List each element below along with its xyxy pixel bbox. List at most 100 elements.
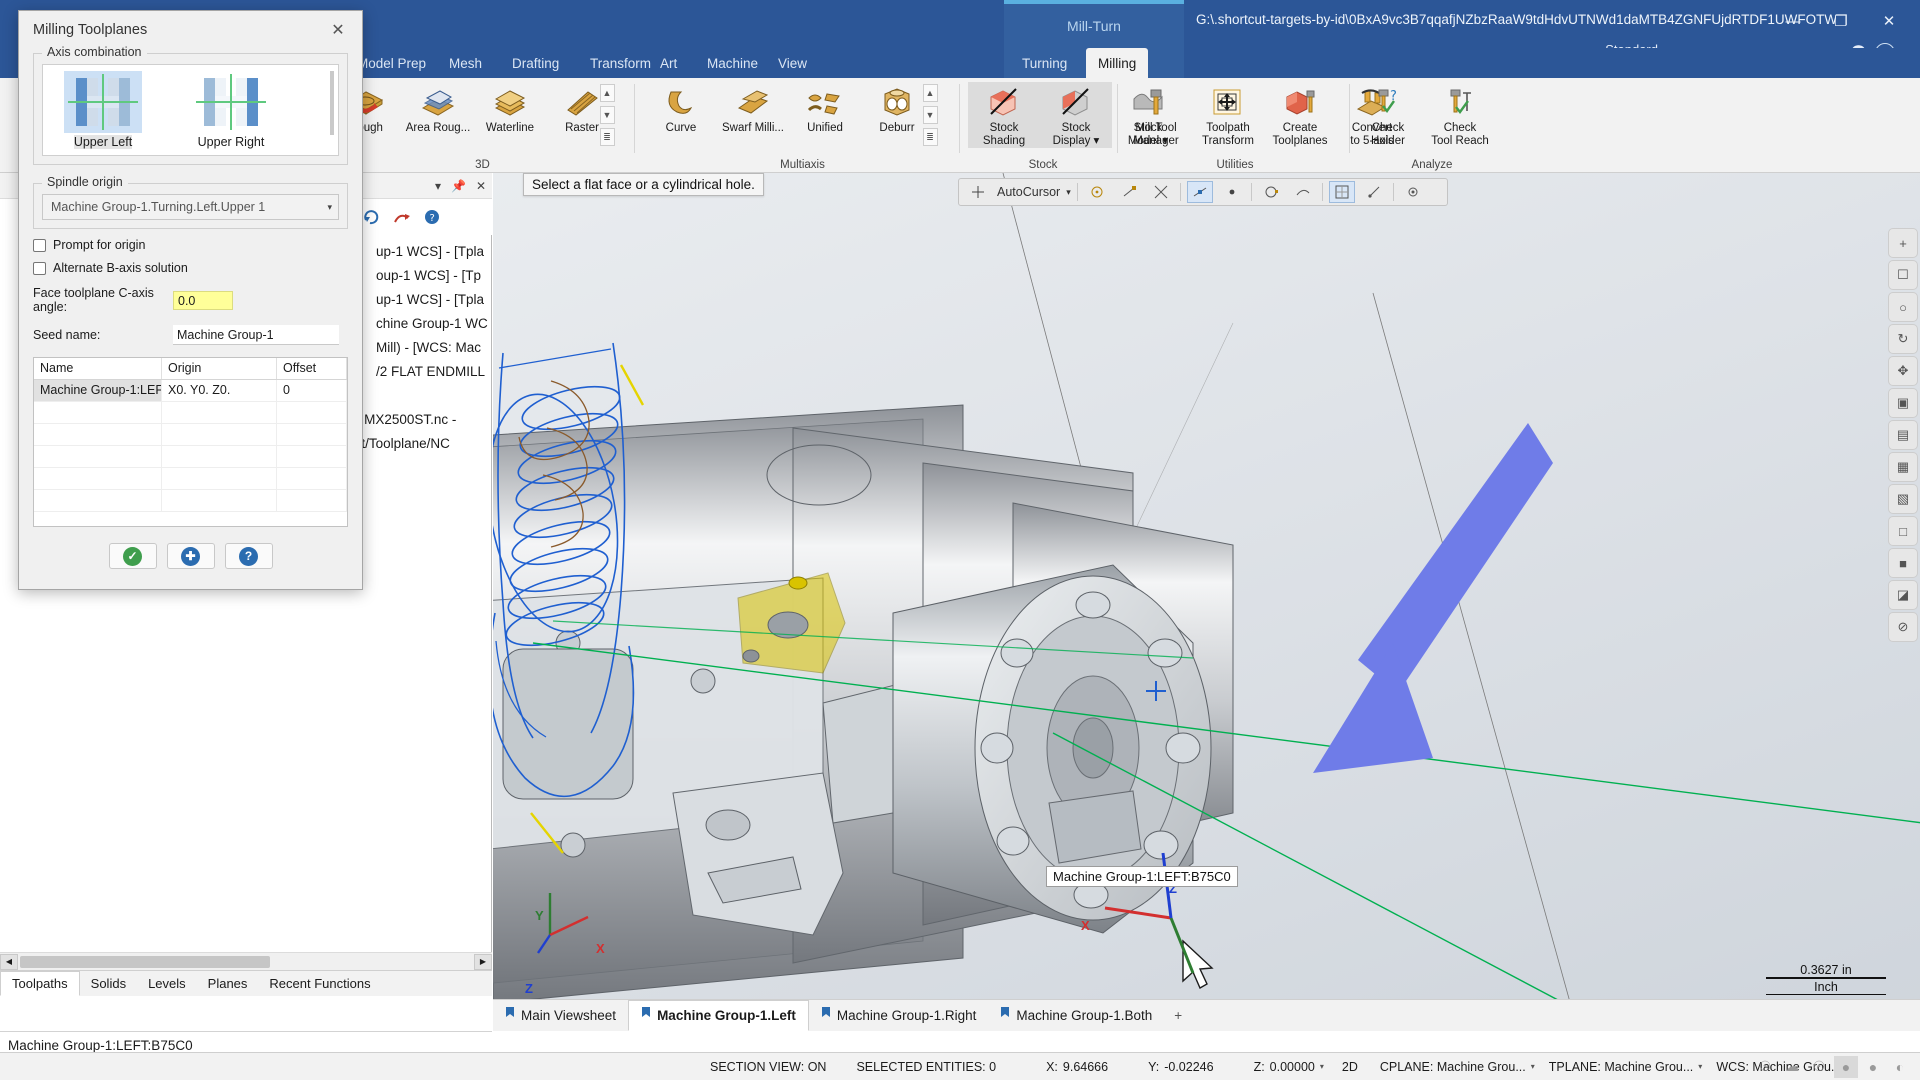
- midpoint-icon[interactable]: [1186, 181, 1213, 203]
- status-tplane[interactable]: TPLANE: Machine Grou... ▾: [1549, 1060, 1703, 1074]
- viewsheet-tab-machine-group-1-both[interactable]: Machine Group-1.Both: [988, 1000, 1164, 1031]
- chevron-down-icon[interactable]: ▾: [435, 179, 441, 193]
- axis-list-scrollbar[interactable]: [330, 71, 334, 135]
- panel-horizontal-scrollbar[interactable]: ◀ ▶: [0, 952, 492, 970]
- intersection-icon[interactable]: [1148, 181, 1174, 203]
- close-icon[interactable]: ✕: [476, 179, 486, 193]
- ribbon-button-check-holder[interactable]: ? Check Holder: [1352, 82, 1424, 148]
- grid-row-empty[interactable]: [34, 490, 347, 512]
- shade2-icon[interactable]: ●: [1861, 1056, 1885, 1078]
- no-section-icon[interactable]: ⊘: [1888, 612, 1918, 642]
- panel-tab-toolpaths[interactable]: Toolpaths: [0, 971, 80, 996]
- origin-icon[interactable]: [965, 181, 991, 203]
- ribbon-button-stock-display[interactable]: Stock Display ▾: [1040, 82, 1112, 148]
- ribbon-button-stock-shading[interactable]: Stock Shading: [968, 82, 1040, 148]
- apply-button[interactable]: ✚: [166, 543, 215, 569]
- scroll-down-icon[interactable]: ▼: [922, 106, 938, 124]
- quadrant-icon[interactable]: [1258, 181, 1284, 203]
- front-view-icon[interactable]: ▦: [1888, 452, 1918, 482]
- shade-icon[interactable]: ●: [1834, 1055, 1858, 1078]
- ribbon-button-toolpath-transform[interactable]: Toolpath Transform: [1192, 82, 1264, 148]
- pan-icon[interactable]: ✥: [1888, 356, 1918, 386]
- shaded-icon[interactable]: ■: [1888, 548, 1918, 578]
- seed-name-input[interactable]: Machine Group-1: [173, 325, 339, 345]
- iso-view-icon[interactable]: ▣: [1888, 388, 1918, 418]
- viewsheet-tab-machine-group-1-left[interactable]: Machine Group-1.Left: [628, 1000, 809, 1031]
- grid-row-empty[interactable]: [34, 446, 347, 468]
- ribbon-button-curve[interactable]: Curve: [645, 82, 717, 135]
- point-icon[interactable]: [1219, 181, 1245, 203]
- ribbon-tab-view[interactable]: View: [766, 48, 819, 78]
- ribbon-tab-drafting[interactable]: Drafting: [500, 48, 571, 78]
- restore-button[interactable]: ❐: [1818, 6, 1864, 36]
- ribbon-button-check-tool-reach[interactable]: Check Tool Reach: [1424, 82, 1496, 148]
- ribbon-tab-art[interactable]: Art: [648, 48, 689, 78]
- scroll-right-icon[interactable]: ▶: [474, 953, 492, 970]
- panel-tab-planes[interactable]: Planes: [197, 971, 259, 996]
- top-view-icon[interactable]: ▤: [1888, 420, 1918, 450]
- ribbon-tab-milling[interactable]: Milling: [1086, 48, 1149, 78]
- ok-button[interactable]: ✓: [108, 543, 157, 569]
- grid-row-empty[interactable]: [34, 468, 347, 490]
- arc-center-icon[interactable]: [1084, 181, 1110, 203]
- post-icon[interactable]: [390, 206, 414, 228]
- scroll-left-icon[interactable]: ◀: [0, 953, 18, 970]
- relative-icon[interactable]: [1361, 181, 1387, 203]
- ribbon-button-waterline[interactable]: Waterline: [474, 82, 546, 135]
- light-icon[interactable]: ☁: [1780, 1056, 1804, 1078]
- prompt-for-origin-row[interactable]: Prompt for origin: [33, 238, 348, 252]
- settings-icon[interactable]: [1400, 181, 1426, 203]
- c-axis-angle-input[interactable]: 0.0: [173, 290, 233, 310]
- product-tab-mill-turn[interactable]: Mill-Turn: [1004, 0, 1184, 48]
- endpoint-icon[interactable]: [1116, 181, 1142, 203]
- grid-snap-icon[interactable]: [1328, 181, 1355, 203]
- grid-row-empty[interactable]: [34, 424, 347, 446]
- scroll-more-icon[interactable]: ≣: [599, 128, 615, 146]
- pin-icon[interactable]: ☉: [1807, 1056, 1831, 1078]
- ribbon-tab-turning[interactable]: Turning: [1010, 48, 1079, 78]
- wireframe-icon[interactable]: □: [1888, 516, 1918, 546]
- close-icon[interactable]: ✕: [324, 17, 352, 43]
- ribbon-tab-mesh[interactable]: Mesh: [437, 48, 494, 78]
- ribbon-button-mill-tool-manager[interactable]: Mill Tool Manager: [1120, 82, 1192, 148]
- scroll-more-icon[interactable]: ≣: [922, 128, 938, 146]
- toolplanes-grid[interactable]: Name Origin Offset Machine Group-1:LEF..…: [33, 357, 348, 527]
- graphics-viewport[interactable]: X Z Y X Z Select a flat face or a cylind…: [493, 173, 1920, 1023]
- help-icon[interactable]: ?: [420, 206, 444, 228]
- scroll-up-icon[interactable]: ▲: [922, 84, 938, 102]
- milling-toolplanes-dialog[interactable]: Milling Toolplanes ✕ Axis combination Up…: [18, 10, 363, 590]
- zoom-window-icon[interactable]: ☐: [1888, 260, 1918, 290]
- minimize-button[interactable]: —: [1770, 6, 1816, 36]
- chevron-down-icon[interactable]: ▾: [327, 202, 332, 213]
- grid-row[interactable]: Machine Group-1:LEF... X0. Y0. Z0. 0: [34, 380, 347, 402]
- ribbon-3d-scroll[interactable]: ▲ ▼ ≣: [599, 84, 615, 146]
- help-button[interactable]: ?: [224, 543, 273, 569]
- alternate-b-axis-checkbox[interactable]: [33, 261, 46, 275]
- axis-combination-list[interactable]: Upper Left Upper Right: [42, 64, 339, 156]
- regen-icon[interactable]: [360, 206, 384, 228]
- grid-row-empty[interactable]: [34, 402, 347, 424]
- ribbon-multiaxis-scroll[interactable]: ▲ ▼ ≣: [922, 84, 938, 146]
- viewsheet-tab-main[interactable]: Main Viewsheet: [493, 1000, 628, 1031]
- pin-icon[interactable]: 📌: [451, 179, 466, 193]
- viewsheet-tab-machine-group-1-right[interactable]: Machine Group-1.Right: [809, 1000, 989, 1031]
- scroll-down-icon[interactable]: ▼: [599, 106, 615, 124]
- prompt-for-origin-checkbox[interactable]: [33, 238, 46, 252]
- axis-option-upper-right[interactable]: Upper Right: [181, 71, 281, 149]
- gnomon-icon[interactable]: ☉: [1753, 1056, 1777, 1078]
- fit-icon[interactable]: +: [1888, 228, 1918, 258]
- status-section-view[interactable]: SECTION VIEW: ON: [710, 1060, 826, 1074]
- panel-tab-levels[interactable]: Levels: [137, 971, 197, 996]
- chevron-down-icon[interactable]: ▾: [1531, 1062, 1535, 1071]
- ribbon-button-create-toolplanes[interactable]: Create Toolplanes: [1264, 82, 1336, 148]
- axis-option-upper-left[interactable]: Upper Left: [53, 71, 153, 149]
- ribbon-button-unified[interactable]: Unified: [789, 82, 861, 135]
- status-dimension-mode[interactable]: 2D: [1342, 1060, 1358, 1074]
- nearest-icon[interactable]: [1290, 181, 1316, 203]
- chevron-down-icon[interactable]: ▾: [1698, 1062, 1702, 1071]
- add-viewsheet-button[interactable]: +: [1164, 1000, 1192, 1031]
- ribbon-button-swarf-milling[interactable]: Swarf Milli...: [717, 82, 789, 135]
- status-cplane[interactable]: CPLANE: Machine Grou... ▾: [1380, 1060, 1535, 1074]
- chevron-down-icon[interactable]: ▾: [1320, 1062, 1324, 1071]
- scroll-up-icon[interactable]: ▲: [599, 84, 615, 102]
